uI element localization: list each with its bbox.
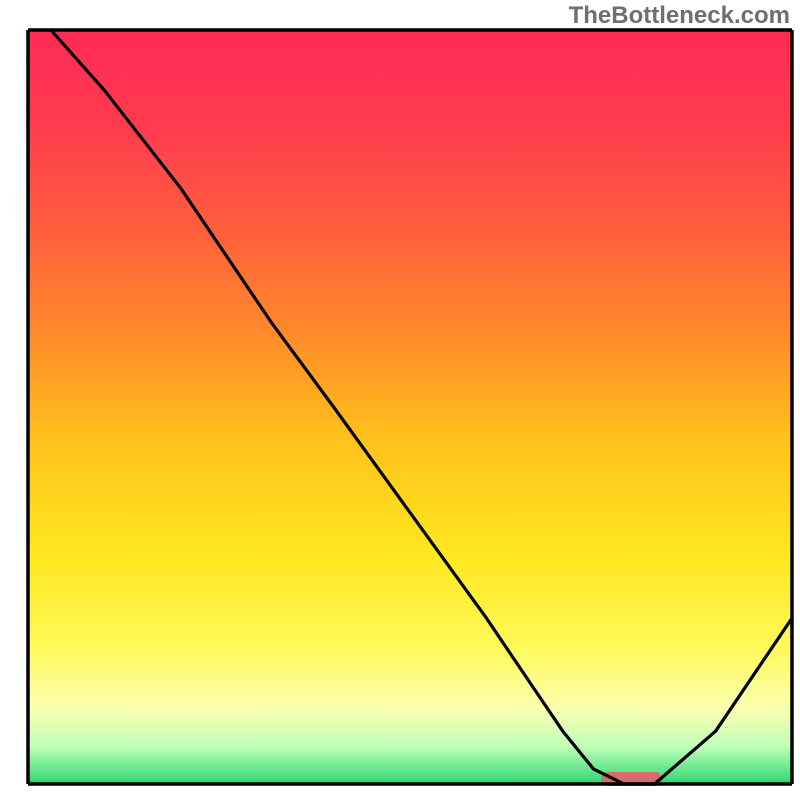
chart-svg: [0, 0, 800, 800]
bottleneck-chart: TheBottleneck.com: [0, 0, 800, 800]
watermark-text: TheBottleneck.com: [569, 2, 790, 30]
plot-area: [28, 30, 792, 786]
gradient-background: [28, 30, 792, 784]
